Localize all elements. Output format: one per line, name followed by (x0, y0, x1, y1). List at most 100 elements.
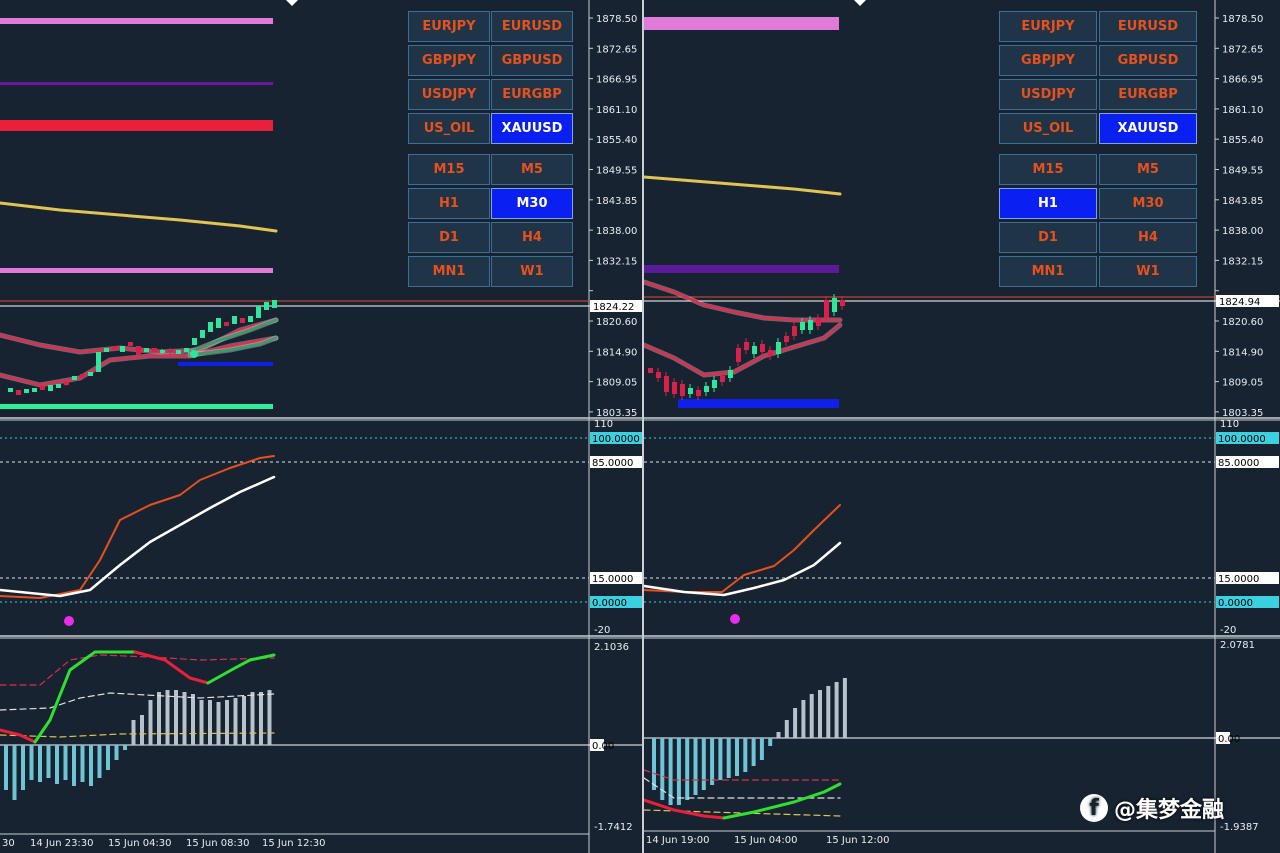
candle (88, 372, 93, 376)
macd-histogram-bar (12, 745, 17, 800)
candle (248, 316, 253, 322)
candle (648, 368, 653, 373)
time-label-1: 14 Jun 23:30 (30, 838, 94, 849)
macd-histogram-bar (751, 738, 756, 766)
symbol-button-eurjpy[interactable]: EURJPY (408, 11, 490, 42)
stoch-signal-line (0, 455, 275, 599)
price-label-6: 1843.85 (596, 196, 637, 207)
price-label-0: 1878.50 (1222, 14, 1263, 25)
pivot-level-s1 (0, 404, 273, 409)
macd-signal-line (33, 650, 137, 744)
macd-histogram-bar (726, 738, 731, 778)
macd-histogram-bar (131, 720, 136, 745)
candle (816, 318, 821, 326)
candle (48, 385, 53, 391)
symbol-button-us_oil[interactable]: US_OIL (408, 113, 490, 144)
price-label-5: 1849.55 (596, 166, 637, 177)
candle (688, 388, 693, 394)
symbol-button-xauusd[interactable]: XAUUSD (1099, 113, 1197, 144)
macd-histogram-bar (55, 745, 59, 784)
symbol-button-xauusd[interactable]: XAUUSD (491, 113, 573, 144)
right-chart-window[interactable]: 1878.50 1872.65 1866.95 1861.10 1855.40 1849.… (644, 0, 1280, 853)
macd-histogram-bar (267, 690, 272, 745)
macd-histogram-bar (148, 700, 153, 745)
candle (752, 346, 757, 354)
timeframe-button-m15[interactable]: M15 (408, 154, 490, 185)
symbol-button-eurusd[interactable]: EURUSD (1099, 11, 1197, 42)
symbol-button-eurgbp[interactable]: EURGBP (1099, 79, 1197, 110)
candle (8, 388, 13, 392)
candle (128, 342, 133, 346)
timeframe-button-h4[interactable]: H4 (1099, 222, 1197, 253)
timeframe-button-w1[interactable]: W1 (491, 256, 573, 287)
timeframe-button-h1[interactable]: H1 (408, 188, 490, 219)
candle (216, 318, 221, 328)
price-label-8: 1832.15 (596, 256, 637, 267)
candle (120, 346, 125, 352)
macd-histogram-bar (784, 720, 789, 738)
candle (104, 348, 109, 352)
macd-histogram-bar (72, 745, 76, 786)
macd-histogram-bar (834, 682, 839, 738)
macd-histogram-bar (174, 690, 178, 745)
timeframe-button-mn1[interactable]: MN1 (408, 256, 490, 287)
symbol-button-usdjpy[interactable]: USDJPY (408, 79, 490, 110)
timeframe-button-h1[interactable]: H1 (999, 188, 1097, 219)
macd-axis-top: 2.1036 (594, 642, 629, 653)
macd-histogram-bar (693, 738, 698, 795)
symbol-button-gbpjpy[interactable]: GBPJPY (999, 45, 1097, 76)
symbol-button-eurusd[interactable]: EURUSD (491, 11, 573, 42)
symbol-button-us_oil[interactable]: US_OIL (999, 113, 1097, 144)
timeframe-button-m30[interactable]: M30 (491, 188, 573, 219)
macd-signal-line (722, 782, 842, 820)
time-label-4: 15 Jun 12:30 (262, 838, 326, 849)
timeframe-button-m5[interactable]: M5 (1099, 154, 1197, 185)
timeframe-button-m15[interactable]: M15 (999, 154, 1097, 185)
candle (800, 322, 805, 330)
candle (160, 350, 165, 353)
symbol-button-gbpusd[interactable]: GBPUSD (1099, 45, 1197, 76)
price-label-7: 1838.00 (596, 226, 637, 237)
macd-histogram-bar (809, 694, 814, 738)
macd-axis-zero: 0.00 (592, 741, 614, 752)
symbol-button-gbpusd[interactable]: GBPUSD (491, 45, 573, 76)
price-label-4: 1855.40 (1222, 135, 1263, 146)
left-chart-window[interactable]: 1878.50 1872.65 1866.95 1861.10 1855.40 1849.… (0, 0, 643, 853)
symbol-button-eurgbp[interactable]: EURGBP (491, 79, 573, 110)
candle (824, 300, 829, 318)
macd-histogram-bar (225, 700, 229, 745)
symbol-button-usdjpy[interactable]: USDJPY (999, 79, 1097, 110)
timeframe-button-m30[interactable]: M30 (1099, 188, 1197, 219)
timeframe-button-m5[interactable]: M5 (491, 154, 573, 185)
candle (232, 316, 237, 324)
current-price-label: 1824.22 (593, 302, 634, 313)
candle (96, 352, 101, 372)
candle (80, 374, 85, 378)
price-label-11: 1814.90 (596, 347, 637, 358)
candle (168, 350, 173, 352)
macd-histogram-bar (182, 692, 187, 745)
symbol-button-eurjpy[interactable]: EURJPY (999, 11, 1097, 42)
candle (264, 302, 269, 310)
candle (64, 382, 69, 385)
time-label-3: 15 Jun 08:30 (186, 838, 250, 849)
candle (224, 322, 229, 326)
timeframe-button-mn1[interactable]: MN1 (999, 256, 1097, 287)
watermark-text: @集梦金融 (1114, 798, 1225, 823)
time-label-0: 30 (2, 838, 15, 849)
stoch-axis-100: 100.0000 (592, 434, 640, 445)
candle (240, 318, 245, 323)
symbol-button-gbpjpy[interactable]: GBPJPY (408, 45, 490, 76)
candle (256, 306, 261, 318)
stoch-signal-line (644, 504, 841, 593)
timeframe-button-h4[interactable]: H4 (491, 222, 573, 253)
stoch-cross-dot (730, 614, 740, 624)
candle (744, 342, 749, 350)
macd-histogram-bar (676, 738, 681, 805)
price-label-4: 1855.40 (596, 135, 637, 146)
timeframe-button-w1[interactable]: W1 (1099, 256, 1197, 287)
candle (784, 336, 789, 342)
timeframe-button-d1[interactable]: D1 (408, 222, 490, 253)
timeframe-button-d1[interactable]: D1 (999, 222, 1097, 253)
price-label-3: 1861.10 (596, 105, 637, 116)
